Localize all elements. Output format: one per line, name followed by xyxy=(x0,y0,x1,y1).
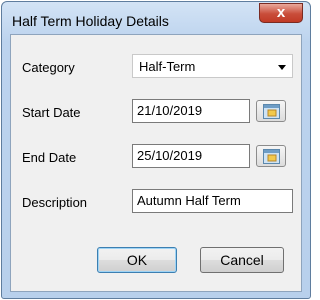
start-date-value: 21/10/2019 xyxy=(137,103,203,118)
dialog-body: Category Half-Term Start Date 21/10/2019… xyxy=(10,34,302,292)
end-date-label: End Date xyxy=(22,150,77,165)
ok-button[interactable]: OK xyxy=(97,247,177,273)
start-date-label: Start Date xyxy=(22,105,81,120)
calendar-icon xyxy=(263,104,280,119)
end-date-input[interactable]: 25/10/2019 xyxy=(132,144,250,168)
chevron-down-icon xyxy=(278,65,286,70)
close-icon: x xyxy=(276,4,286,21)
close-button[interactable]: x xyxy=(259,3,303,23)
dialog-window: Half Term Holiday Details x Category Hal… xyxy=(1,1,311,299)
cancel-button[interactable]: Cancel xyxy=(200,247,284,273)
end-date-value: 25/10/2019 xyxy=(137,148,203,163)
start-date-calendar-button[interactable] xyxy=(256,100,286,122)
end-date-calendar-button[interactable] xyxy=(256,145,286,167)
category-value: Half-Term xyxy=(139,59,196,74)
start-date-input[interactable]: 21/10/2019 xyxy=(132,99,250,123)
description-label: Description xyxy=(22,195,88,210)
dialog-title: Half Term Holiday Details xyxy=(12,13,169,29)
description-value: Autumn Half Term xyxy=(137,193,241,208)
calendar-icon xyxy=(263,149,280,164)
category-dropdown[interactable]: Half-Term xyxy=(132,54,293,78)
description-input[interactable]: Autumn Half Term xyxy=(132,189,293,213)
category-label: Category xyxy=(22,60,75,75)
